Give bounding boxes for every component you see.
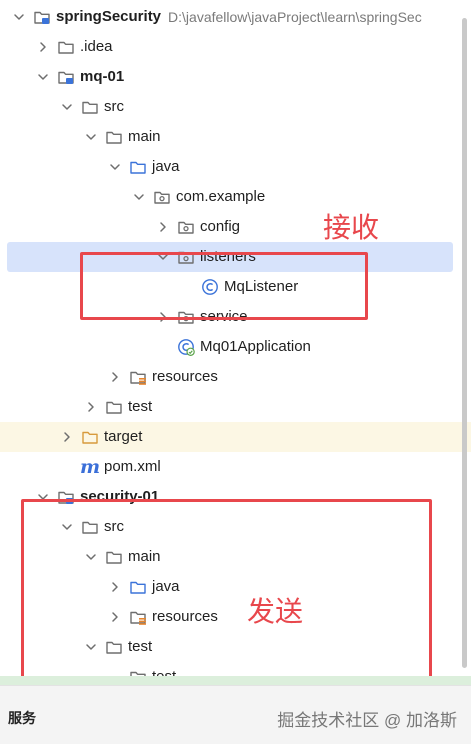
folder-icon: [81, 98, 99, 116]
chevron-right-icon[interactable]: [59, 429, 75, 445]
maven-icon: m: [79, 456, 101, 478]
chevron-down-icon[interactable]: [83, 129, 99, 145]
spring-app-icon: [177, 338, 195, 357]
annotation-box-send: [21, 499, 432, 686]
chevron-down-icon[interactable]: [35, 69, 51, 85]
tool-window-divider: [0, 676, 471, 685]
tree-row-config[interactable]: config: [0, 212, 471, 242]
tree-row-mq-01[interactable]: mq-01: [0, 62, 471, 92]
tree-row-label: java: [152, 158, 180, 175]
folder-icon: [105, 128, 123, 146]
tree-row-label: resources: [152, 368, 218, 385]
tree-row-label: springSecurity: [56, 8, 162, 25]
tree-row-resources[interactable]: resources: [0, 362, 471, 392]
tree-row-label: config: [200, 218, 241, 235]
folder-icon: [105, 398, 123, 416]
tree-row-label: src: [104, 98, 124, 115]
tree-row-java[interactable]: java: [0, 152, 471, 182]
tree-row-springsecurity[interactable]: springSecurity D:\javafellow\javaProject\…: [0, 2, 471, 32]
annotation-box-receive: [80, 252, 368, 320]
annotation-send: 发送: [247, 595, 304, 628]
chevron-right-icon[interactable]: [155, 219, 171, 235]
module-folder-icon: [57, 68, 75, 86]
tree-row-label: com.example: [176, 188, 266, 205]
tree-row--idea[interactable]: .idea: [0, 32, 471, 62]
tree-row-com-example[interactable]: com.example: [0, 182, 471, 212]
source-folder-icon: [129, 158, 147, 176]
annotation-receive: 接收: [323, 211, 380, 244]
tree-row-label: Mq01Application: [200, 338, 311, 355]
package-icon: [177, 218, 195, 236]
chevron-right-icon[interactable]: [83, 399, 99, 415]
chevron-right-icon[interactable]: [35, 39, 51, 55]
vertical-scrollbar[interactable]: [462, 18, 467, 668]
chevron-down-icon[interactable]: [131, 189, 147, 205]
chevron-right-icon[interactable]: [107, 369, 123, 385]
tree-row-test[interactable]: test: [0, 392, 471, 422]
module-folder-icon: [33, 8, 51, 26]
tree-row-label: main: [128, 128, 161, 145]
resources-folder-icon: [129, 368, 147, 386]
package-icon: [153, 188, 171, 206]
chevron-down-icon[interactable]: [107, 159, 123, 175]
tree-row-label: test: [128, 398, 153, 415]
folder-icon: [57, 38, 75, 56]
chevron-down-icon[interactable]: [11, 9, 27, 25]
project-path: D:\javafellow\javaProject\learn\springSe…: [168, 9, 422, 25]
tree-row-mq01application[interactable]: Mq01Application: [0, 332, 471, 362]
tree-row-pom-xml[interactable]: m pom.xml: [0, 452, 471, 482]
services-bar: 服务 掘金技术社区 @ 加洛斯: [0, 685, 471, 744]
watermark: 掘金技术社区 @ 加洛斯: [277, 711, 457, 730]
tree-row-label: target: [104, 428, 143, 445]
chevron-down-icon[interactable]: [59, 99, 75, 115]
tree-row-label: .idea: [80, 38, 113, 55]
tree-row-label: mq-01: [80, 68, 125, 85]
tree-row-src[interactable]: src: [0, 92, 471, 122]
excluded-folder-icon: [81, 428, 99, 446]
tree-row-main[interactable]: main: [0, 122, 471, 152]
tree-row-target[interactable]: target: [0, 422, 471, 452]
tree-row-label: pom.xml: [104, 458, 161, 475]
services-tab[interactable]: 服务: [8, 708, 36, 728]
